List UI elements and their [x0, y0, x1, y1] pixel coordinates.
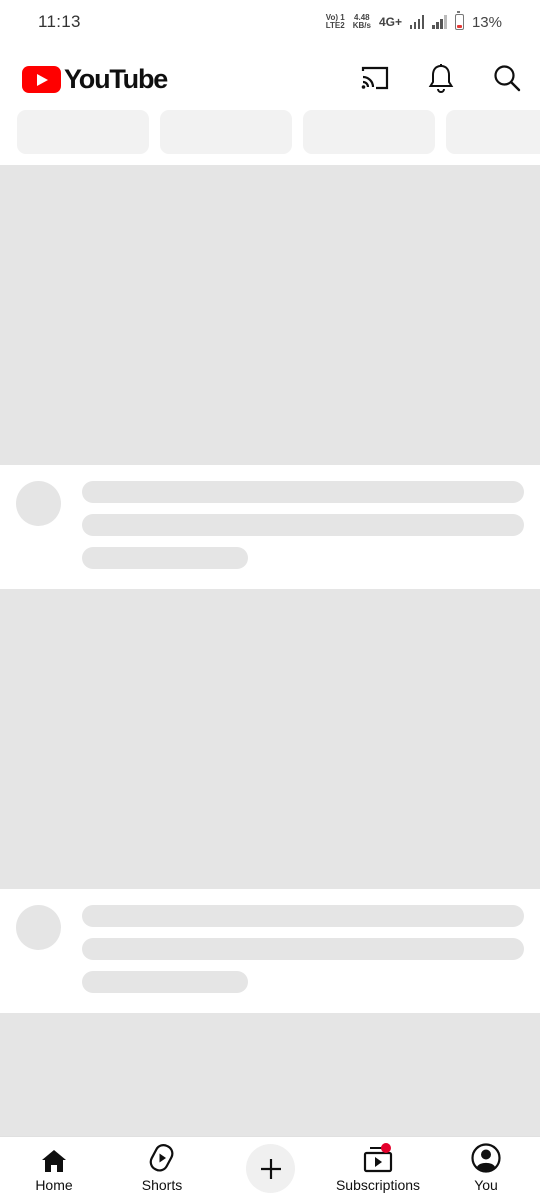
battery-percentage: 13% [471, 13, 502, 31]
nav-subscriptions[interactable]: Subscriptions [332, 1137, 424, 1200]
metadata-line-placeholder [82, 547, 248, 569]
shorts-icon [149, 1144, 174, 1172]
nav-home[interactable]: Home [24, 1137, 84, 1200]
cast-button[interactable] [357, 60, 393, 96]
bottom-navigation: Home Shorts Subscriptions You [0, 1136, 540, 1200]
new-content-badge [381, 1143, 391, 1153]
status-bar: 11:13 Vo) 1 LTE2 4.48 KB/s 4G+ 13% [0, 0, 540, 44]
create-button[interactable] [246, 1144, 295, 1193]
youtube-logo[interactable]: YouTube [22, 64, 168, 95]
title-line-placeholder [82, 938, 524, 960]
network-speed: 4.48 KB/s [353, 14, 371, 30]
search-button[interactable] [489, 60, 525, 96]
nav-you-label: You [474, 1177, 498, 1193]
youtube-play-logo-icon [22, 66, 61, 93]
volte-indicator: Vo) 1 LTE2 [326, 14, 345, 30]
logo-text: YouTube [64, 64, 168, 94]
video-thumbnail-placeholder[interactable] [0, 589, 540, 889]
notifications-button[interactable] [423, 60, 459, 96]
channel-avatar-placeholder [16, 905, 61, 950]
network-type: 4G+ [378, 15, 402, 29]
filter-chip-placeholder[interactable] [17, 110, 149, 154]
network-speed-unit: KB/s [352, 21, 371, 30]
notifications-bell-icon [428, 64, 454, 93]
volte-bottom-label: LTE2 [325, 21, 345, 30]
nav-home-label: Home [35, 1177, 73, 1193]
status-indicators: Vo) 1 LTE2 4.48 KB/s 4G+ 13% [326, 10, 502, 34]
nav-subscriptions-label: Subscriptions [335, 1177, 421, 1193]
nav-shorts-label: Shorts [141, 1177, 183, 1193]
nav-you[interactable]: You [456, 1137, 516, 1200]
filter-chip-row [0, 110, 540, 154]
nav-shorts[interactable]: Shorts [132, 1137, 192, 1200]
filter-chip-placeholder[interactable] [303, 110, 435, 154]
title-line-placeholder [82, 481, 524, 503]
signal-strength-2-icon [432, 15, 447, 29]
filter-chip-placeholder[interactable] [160, 110, 292, 154]
video-thumbnail-placeholder[interactable] [0, 165, 540, 465]
search-icon [494, 65, 521, 92]
filter-chip-placeholder[interactable] [446, 110, 540, 154]
signal-strength-icon [409, 15, 425, 29]
battery-icon [454, 11, 464, 30]
status-time: 11:13 [38, 12, 81, 31]
home-icon [42, 1150, 66, 1172]
cast-icon [361, 66, 389, 90]
app-header: YouTube [0, 50, 540, 106]
profile-avatar-icon [471, 1143, 501, 1173]
title-line-placeholder [82, 905, 524, 927]
plus-icon [260, 1158, 281, 1179]
title-line-placeholder [82, 514, 524, 536]
channel-avatar-placeholder [16, 481, 61, 526]
video-thumbnail-placeholder[interactable] [0, 1013, 540, 1136]
metadata-line-placeholder [82, 971, 248, 993]
